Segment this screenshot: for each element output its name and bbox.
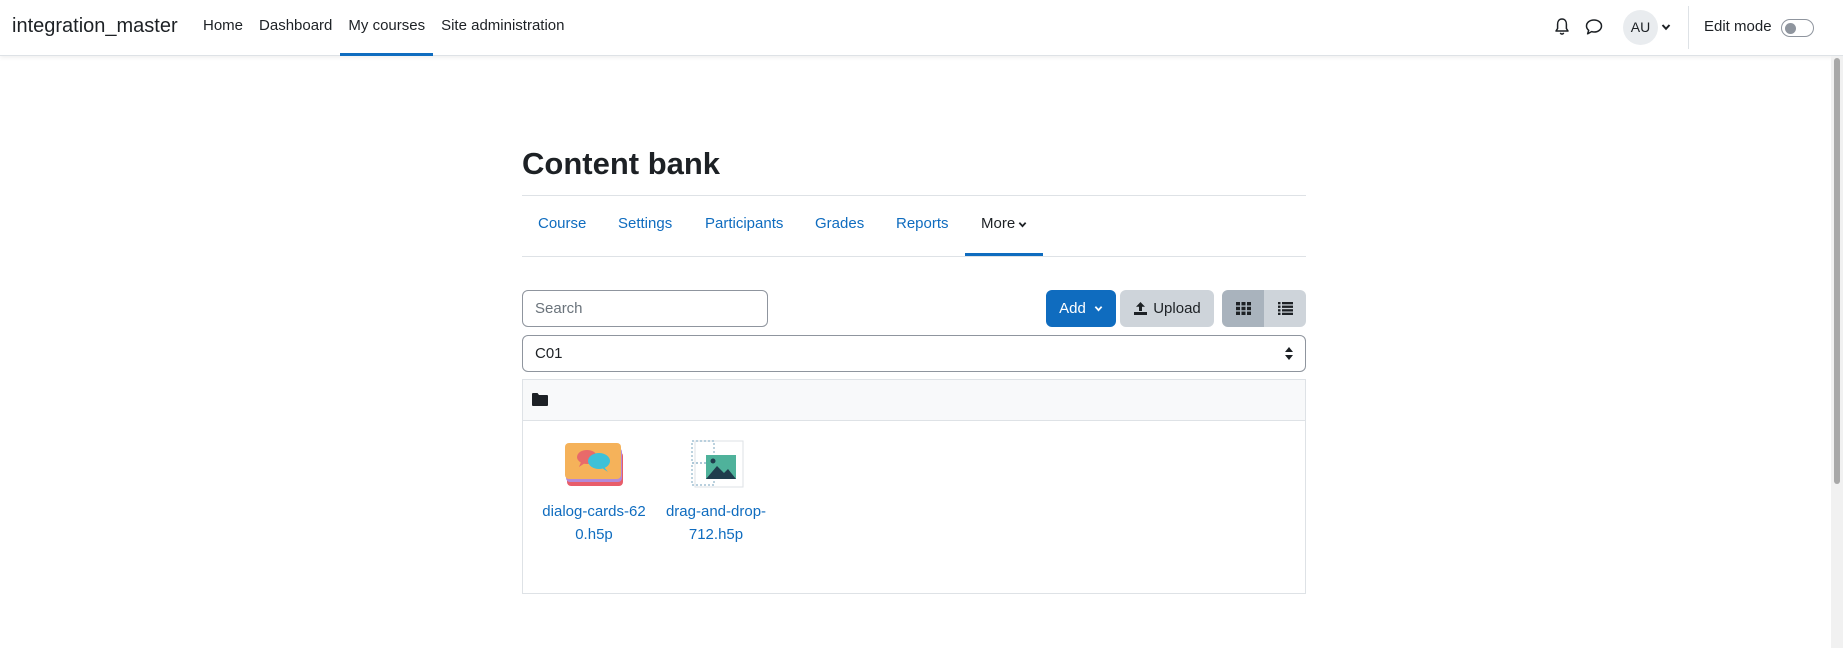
secondary-navigation: Course Settings Participants Grades Repo… — [522, 197, 1306, 257]
tab-grades[interactable]: Grades — [815, 197, 864, 256]
edit-mode-label: Edit mode — [1704, 18, 1772, 35]
navbar-divider — [1688, 6, 1689, 49]
file-name-drag-and-drop[interactable]: drag-and-drop- 712.h5p — [660, 500, 772, 546]
folder-icon[interactable] — [532, 392, 548, 406]
chevron-down-icon — [1018, 221, 1027, 227]
file-name-dialog-cards[interactable]: dialog-cards-62 0.h5p — [538, 500, 650, 546]
notifications-bell-icon[interactable] — [1554, 17, 1570, 37]
file-item-dialog-cards[interactable]: dialog-cards-62 0.h5p — [538, 440, 650, 546]
content-bank-panel: dialog-cards-62 0.h5p drag-and-drop- 712.h… — [522, 379, 1306, 594]
dialog-cards-icon — [565, 443, 623, 486]
tab-settings[interactable]: Settings — [618, 197, 672, 256]
tab-more[interactable]: More — [965, 197, 1044, 256]
tab-more-label: More — [981, 215, 1016, 232]
chevron-down-icon — [1094, 306, 1103, 312]
nav-link-home[interactable]: Home — [195, 0, 251, 56]
search-input[interactable] — [522, 290, 768, 327]
title-divider — [522, 195, 1306, 196]
upload-button-label: Upload — [1153, 300, 1201, 317]
file-name-line: dialog-cards-62 — [542, 503, 646, 520]
tab-reports[interactable]: Reports — [896, 197, 949, 256]
nav-link-my-courses[interactable]: My courses — [340, 0, 434, 56]
file-name-line: 712.h5p — [688, 526, 744, 543]
context-select[interactable]: C01 — [522, 335, 1306, 372]
drag-and-drop-icon — [691, 440, 744, 488]
grid-view-icon — [1235, 302, 1251, 315]
file-name-line: 0.h5p — [575, 526, 613, 543]
context-select-value: C01 — [535, 345, 563, 362]
user-avatar[interactable]: AU — [1623, 10, 1658, 45]
upload-icon — [1134, 302, 1148, 315]
nav-link-dashboard[interactable]: Dashboard — [251, 0, 340, 56]
site-brand[interactable]: integration_master — [12, 15, 178, 38]
select-arrows-icon — [1285, 347, 1293, 360]
folder-header — [523, 380, 1305, 421]
file-name-line: drag-and-drop- — [665, 503, 767, 520]
primary-navigation: Home Dashboard My courses Site administr… — [195, 0, 573, 56]
page-scrollbar[interactable] — [1831, 56, 1843, 648]
grid-view-button[interactable] — [1222, 290, 1264, 327]
messages-chat-icon[interactable] — [1585, 18, 1603, 36]
list-view-button[interactable] — [1264, 290, 1306, 327]
tab-course[interactable]: Course — [538, 197, 586, 256]
nav-link-site-administration[interactable]: Site administration — [433, 0, 572, 56]
list-view-icon — [1277, 302, 1293, 315]
toggle-knob — [1785, 23, 1796, 34]
file-item-drag-and-drop[interactable]: drag-and-drop- 712.h5p — [660, 440, 772, 546]
chevron-down-icon[interactable] — [1661, 22, 1671, 32]
add-button-label: Add — [1059, 300, 1086, 317]
add-button[interactable]: Add — [1046, 290, 1116, 327]
scrollbar-thumb[interactable] — [1834, 58, 1840, 484]
upload-button[interactable]: Upload — [1120, 290, 1214, 327]
tab-participants[interactable]: Participants — [705, 197, 783, 256]
top-navbar: integration_master Home Dashboard My cou… — [0, 0, 1843, 56]
edit-mode-toggle[interactable] — [1781, 19, 1814, 37]
page-title: Content bank — [522, 146, 721, 181]
